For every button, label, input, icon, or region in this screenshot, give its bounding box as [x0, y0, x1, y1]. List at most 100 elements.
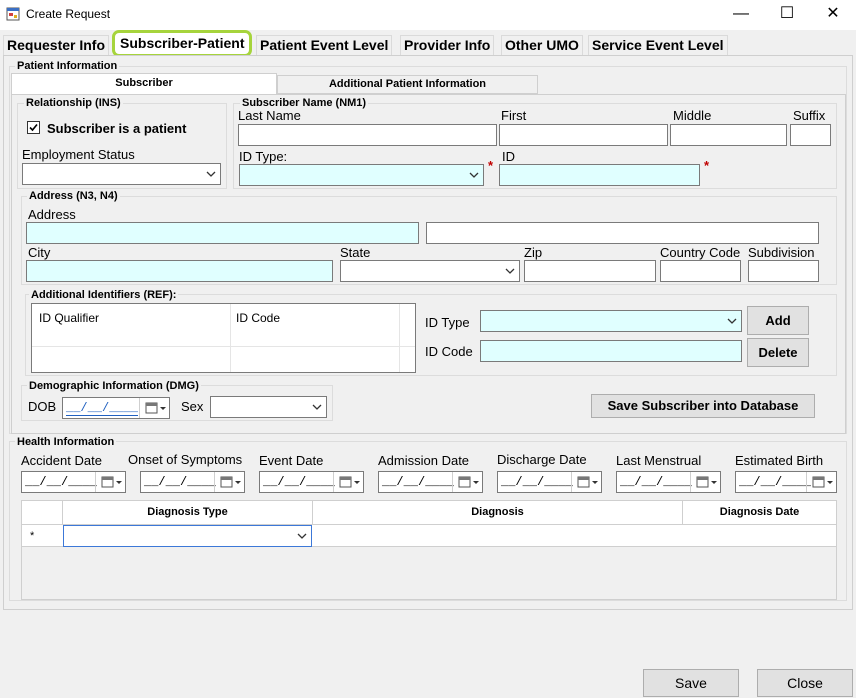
ref-id-type-label: ID Type [425, 315, 470, 330]
grid-divider [399, 304, 400, 372]
diagnosis-date-column-header: Diagnosis Date [719, 506, 800, 518]
dob-label: DOB [28, 399, 57, 414]
id-code-column-header: ID Code [236, 311, 281, 325]
onset-of-symptoms-label: Onset of Symptoms [128, 452, 243, 467]
tab-subscriber-patient[interactable]: Subscriber-Patient [112, 30, 253, 57]
calendar-icon [145, 402, 166, 414]
calendar-icon [101, 476, 122, 488]
discharge-date-label: Discharge Date [497, 452, 587, 467]
accident-date-picker[interactable]: __/__/____ [21, 471, 126, 493]
diagnosis-type-select[interactable] [63, 525, 312, 547]
last-menstrual-picker[interactable]: __/__/____ [616, 471, 721, 493]
suffix-label: Suffix [793, 108, 826, 123]
address-line2-input[interactable] [426, 222, 819, 244]
minimize-icon: — [733, 5, 749, 22]
patient-information-title: Patient Information [15, 60, 120, 72]
id-input[interactable] [499, 164, 700, 186]
maximize-button[interactable]: ☐ [764, 0, 810, 30]
calendar-icon [812, 476, 833, 488]
calendar-icon [577, 476, 598, 488]
city-input[interactable] [26, 260, 333, 282]
delete-identifier-button[interactable]: Delete [747, 338, 809, 367]
relationship-title: Relationship (INS) [24, 97, 123, 109]
diagnosis-type-column-header: Diagnosis Type [147, 506, 228, 518]
app-icon [6, 7, 20, 21]
suffix-input[interactable] [790, 124, 831, 146]
state-select[interactable] [340, 260, 520, 282]
id-type-label: ID Type: [239, 149, 288, 164]
subtab-additional-patient-info[interactable]: Additional Patient Information [277, 75, 538, 94]
close-button[interactable]: Close [757, 669, 853, 697]
calendar-button[interactable] [571, 472, 601, 492]
subscriber-is-patient-label: Subscriber is a patient [47, 121, 187, 136]
add-identifier-button[interactable]: Add [747, 306, 809, 335]
state-label: State [340, 245, 371, 260]
country-code-label: Country Code [660, 245, 741, 260]
zip-label: Zip [524, 245, 543, 260]
calendar-button[interactable] [214, 472, 244, 492]
identifiers-grid[interactable]: ID Qualifier ID Code [31, 303, 416, 373]
subtab-subscriber[interactable]: Subscriber [11, 73, 277, 95]
onset-of-symptoms-picker[interactable]: __/__/____ [140, 471, 245, 493]
estimated-birth-label: Estimated Birth [735, 453, 824, 468]
admission-date-label: Admission Date [378, 453, 470, 468]
calendar-button[interactable] [139, 398, 169, 418]
subscriber-is-patient-checkbox[interactable] [27, 121, 40, 134]
demographic-title: Demographic Information (DMG) [27, 380, 201, 392]
close-icon: ✕ [826, 5, 840, 22]
tab-other-umo[interactable]: Other UMO [501, 35, 583, 55]
save-subscriber-button[interactable]: Save Subscriber into Database [591, 394, 815, 418]
tab-patient-event-level[interactable]: Patient Event Level [256, 35, 393, 55]
calendar-icon [696, 476, 717, 488]
last-name-label: Last Name [238, 108, 301, 123]
calendar-button[interactable] [806, 472, 836, 492]
tab-requester-info[interactable]: Requester Info [3, 35, 110, 55]
city-label: City [28, 245, 51, 260]
chevron-down-icon [727, 318, 737, 324]
tab-service-event-level[interactable]: Service Event Level [588, 35, 728, 55]
ref-id-code-input[interactable] [480, 340, 742, 362]
sex-select[interactable] [210, 396, 327, 418]
id-type-select[interactable] [239, 164, 484, 186]
event-date-picker[interactable]: __/__/____ [259, 471, 364, 493]
ref-id-type-select[interactable] [480, 310, 742, 332]
estimated-birth-picker[interactable]: __/__/____ [735, 471, 837, 493]
chevron-down-icon [297, 533, 307, 539]
id-qualifier-column-header: ID Qualifier [39, 311, 100, 325]
ref-id-code-label: ID Code [425, 344, 473, 359]
last-menstrual-label: Last Menstrual [616, 453, 702, 468]
first-name-input[interactable] [499, 124, 668, 146]
middle-name-input[interactable] [670, 124, 787, 146]
chevron-down-icon [469, 172, 479, 178]
last-name-input[interactable] [238, 124, 497, 146]
diagnosis-grid[interactable]: Diagnosis Type Diagnosis Diagnosis Date … [21, 500, 837, 600]
dob-date-picker[interactable]: __/__/____ [62, 397, 170, 419]
zip-input[interactable] [524, 260, 656, 282]
save-button[interactable]: Save [643, 669, 739, 697]
close-window-button[interactable]: ✕ [810, 0, 856, 30]
subdivision-label: Subdivision [748, 245, 815, 260]
calendar-icon [339, 476, 360, 488]
minimize-button[interactable]: — [718, 0, 764, 30]
window-title: Create Request [26, 7, 111, 21]
chevron-down-icon [206, 171, 216, 177]
calendar-button[interactable] [452, 472, 482, 492]
title-bar: Create Request — ☐ ✕ [0, 0, 856, 30]
employment-status-select[interactable] [22, 163, 221, 185]
event-date-label: Event Date [259, 453, 324, 468]
chevron-down-icon [505, 268, 515, 274]
calendar-button[interactable] [690, 472, 720, 492]
new-row-marker: * [30, 530, 35, 542]
grid-divider [32, 346, 415, 347]
address-line1-input[interactable] [26, 222, 419, 244]
country-code-input[interactable] [660, 260, 741, 282]
tab-provider-info[interactable]: Provider Info [400, 35, 495, 55]
address-title: Address (N3, N4) [27, 190, 120, 202]
discharge-date-picker[interactable]: __/__/____ [497, 471, 602, 493]
admission-date-picker[interactable]: __/__/____ [378, 471, 483, 493]
subdivision-input[interactable] [748, 260, 819, 282]
sex-label: Sex [181, 399, 204, 414]
calendar-button[interactable] [333, 472, 363, 492]
calendar-button[interactable] [95, 472, 125, 492]
health-information-title: Health Information [15, 436, 117, 448]
